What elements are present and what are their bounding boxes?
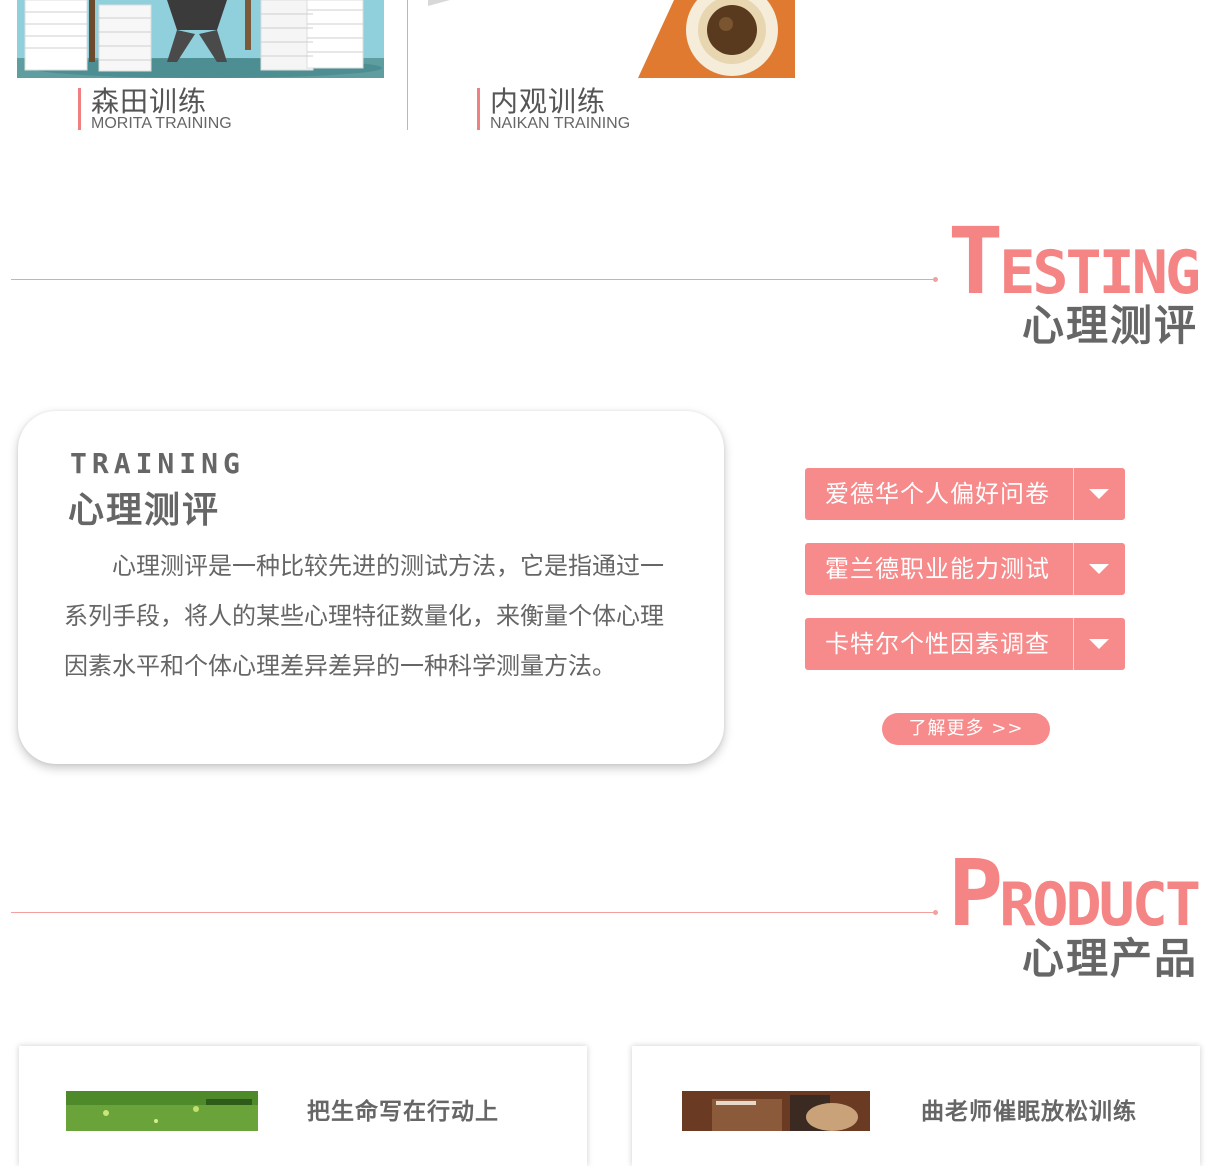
training-title-zh[interactable]: 内观训练 (490, 88, 630, 116)
product-card[interactable]: 把生命写在行动上 (19, 1046, 587, 1166)
training-title-en: MORITA TRAINING (91, 115, 232, 132)
product-cover-image (66, 1091, 258, 1131)
section-en-initial: P (947, 840, 1003, 947)
product-title[interactable]: 把生命写在行动上 (307, 1092, 499, 1126)
chevron-down-icon[interactable] (1089, 489, 1109, 499)
testing-section-zh: 心理测评 (1021, 301, 1198, 350)
test-button-cattell[interactable]: 卡特尔个性因素调查 (805, 618, 1125, 670)
test-button-separator (1073, 543, 1074, 595)
test-button-separator (1073, 618, 1074, 670)
product-image[interactable] (682, 1091, 870, 1131)
product-section-line (11, 910, 938, 915)
training-divider (407, 0, 408, 130)
test-button-label: 霍兰德职业能力测试 (825, 555, 1050, 583)
training-title-zh[interactable]: 森田训练 (91, 88, 232, 116)
test-button-edwards[interactable]: 爱德华个人偏好问卷 (805, 468, 1125, 520)
chevron-down-icon[interactable] (1089, 639, 1109, 649)
test-button-separator (1073, 468, 1074, 520)
testing-intro-card: TRAINING 心理测评 心理测评是一种比较先进的测试方法，它是指通过一系列手… (18, 411, 724, 764)
card-title-zh: 心理测评 (68, 490, 221, 531)
card-description: 心理测评是一种比较先进的测试方法，它是指通过一系列手段，将人的某些心理特征数量化… (64, 552, 664, 680)
product-section-zh: 心理产品 (1021, 934, 1198, 983)
learn-more-button[interactable]: 了解更多 >> (882, 713, 1050, 745)
product-image[interactable] (66, 1091, 258, 1131)
product-cover-image (682, 1091, 870, 1131)
testing-section-line (11, 277, 938, 282)
training-caption-naikan: 内观训练 NAIKAN TRAINING (477, 88, 631, 132)
morita-training-image[interactable] (17, 0, 384, 78)
coffee-illustration (428, 0, 795, 78)
training-title-en: NAIKAN TRAINING (490, 115, 631, 132)
naikan-training-image[interactable] (428, 0, 795, 78)
training-caption-morita: 森田训练 MORITA TRAINING (78, 88, 232, 132)
test-button-label: 卡特尔个性因素调查 (825, 630, 1050, 658)
office-illustration (17, 0, 384, 78)
section-en-initial: T (947, 208, 1003, 315)
product-card[interactable]: 曲老师催眠放松训练 (632, 1046, 1200, 1166)
card-title-en: TRAINING (70, 447, 245, 480)
product-title[interactable]: 曲老师催眠放松训练 (921, 1092, 1137, 1126)
test-button-label: 爱德华个人偏好问卷 (825, 480, 1050, 508)
chevron-down-icon[interactable] (1089, 564, 1109, 574)
test-button-holland[interactable]: 霍兰德职业能力测试 (805, 543, 1125, 595)
